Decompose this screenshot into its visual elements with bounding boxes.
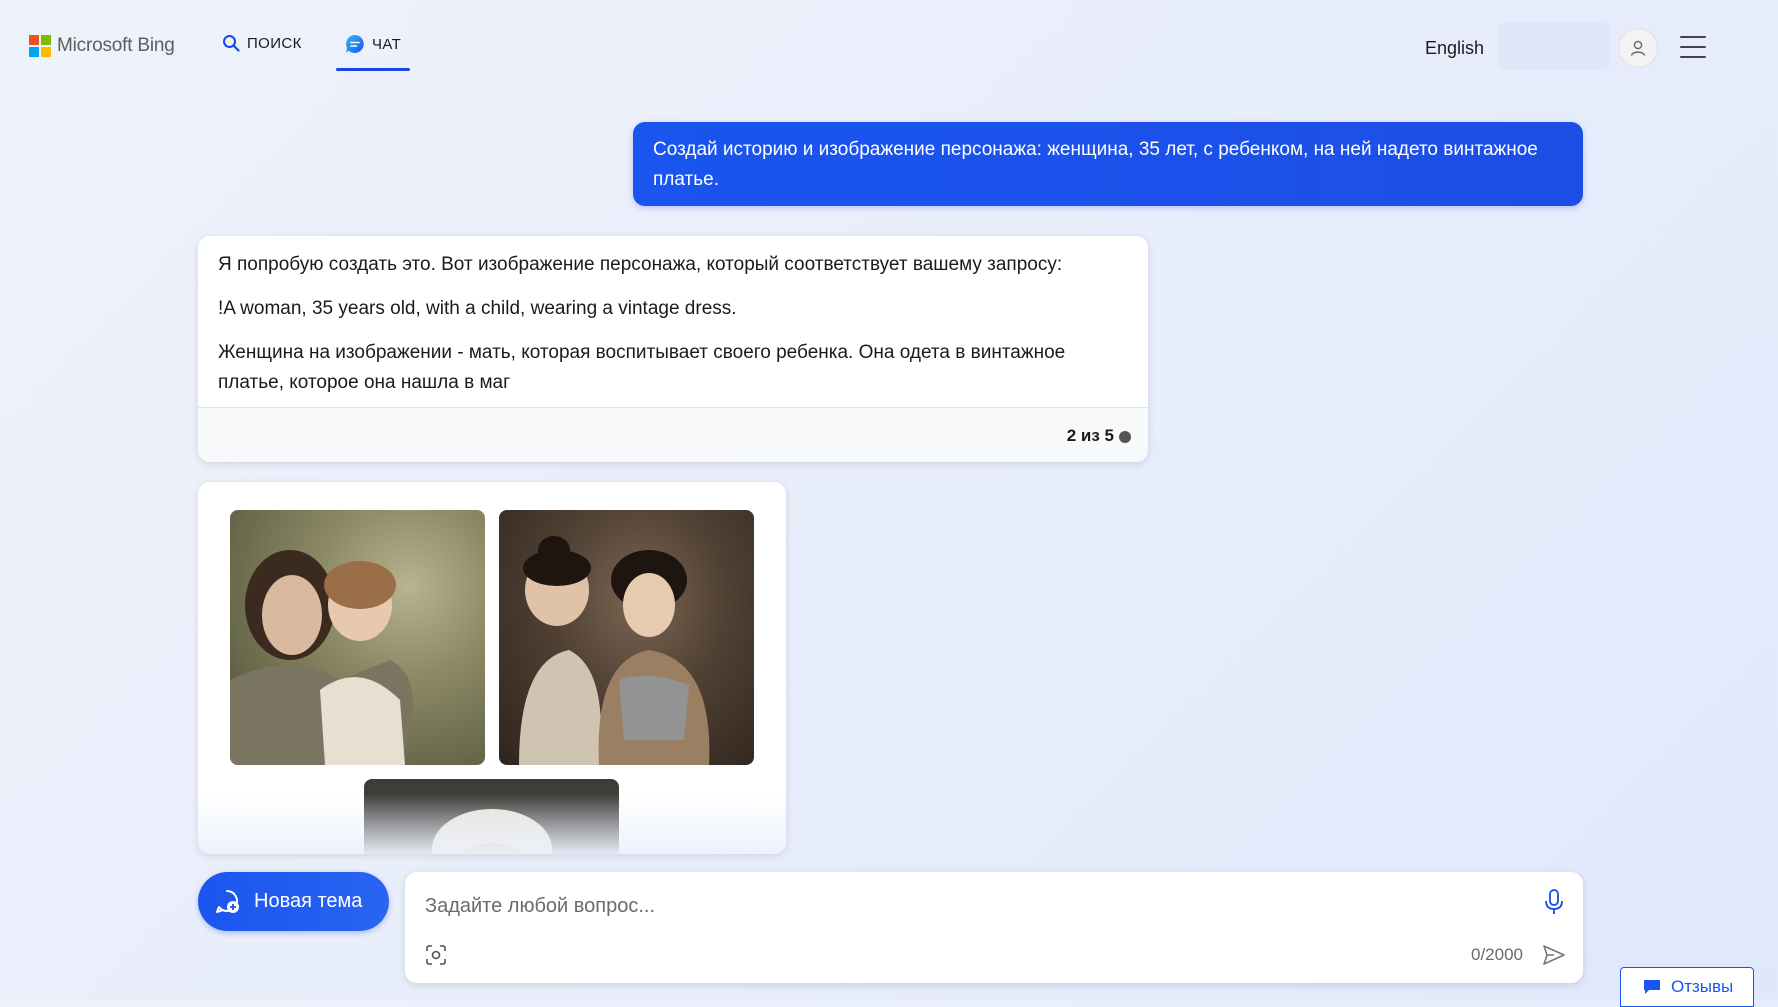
search-icon	[223, 35, 240, 52]
account-button[interactable]	[1618, 28, 1658, 68]
active-tab-indicator	[336, 68, 410, 71]
feedback-label: Отзывы	[1671, 977, 1734, 996]
chat-icon	[346, 35, 364, 53]
hamburger-menu-icon[interactable]	[1680, 36, 1706, 58]
visual-search-icon[interactable]	[425, 944, 447, 966]
image-placeholder-icon	[230, 550, 413, 765]
image-placeholder-icon	[519, 536, 710, 765]
image-placeholder-icon	[432, 809, 552, 854]
response-counter: 2 из 5	[1066, 426, 1114, 445]
generated-image[interactable]	[230, 510, 485, 765]
bot-paragraph: Женщина на изображении - мать, которая в…	[218, 342, 1066, 393]
generated-image[interactable]	[499, 510, 754, 765]
user-icon	[1630, 40, 1646, 56]
user-message-bubble: Создай историю и изображение персонажа: …	[633, 122, 1583, 206]
generated-images-card	[198, 482, 786, 854]
logo-text: Microsoft Bing	[57, 35, 175, 56]
tab-chat[interactable]: ЧАТ	[345, 34, 401, 54]
tab-search[interactable]: ПОИСК	[222, 34, 302, 52]
bot-paragraph: !A woman, 35 years old, with a child, we…	[218, 298, 737, 319]
send-icon[interactable]	[1541, 942, 1567, 968]
tab-chat-label: ЧАТ	[372, 35, 402, 53]
chat-composer: 0/2000	[405, 872, 1583, 983]
bot-message-card: Я попробую создать это. Вот изображение …	[198, 236, 1148, 462]
microsoft-logo-icon	[29, 35, 51, 57]
feedback-button[interactable]: Отзывы	[1620, 967, 1754, 1007]
generated-image[interactable]	[364, 779, 619, 854]
bing-logo[interactable]: Microsoft Bing	[29, 35, 175, 57]
feedback-icon	[1644, 980, 1660, 994]
new-topic-button[interactable]: Новая тема	[198, 872, 389, 931]
tab-search-label: ПОИСК	[247, 34, 302, 52]
chat-input[interactable]	[423, 888, 1507, 924]
new-chat-icon	[216, 889, 239, 913]
bot-message-footer: 2 из 5	[198, 407, 1148, 462]
rewards-placeholder	[1498, 22, 1610, 70]
char-counter: 0/2000	[1471, 945, 1523, 964]
response-limit-dot-icon	[1119, 431, 1131, 443]
microphone-icon[interactable]	[1543, 888, 1565, 916]
bot-paragraph: Я попробую создать это. Вот изображение …	[218, 254, 1063, 275]
language-toggle[interactable]: English	[1425, 38, 1484, 59]
new-topic-label: Новая тема	[254, 890, 363, 912]
bot-message-text: Я попробую создать это. Вот изображение …	[198, 236, 1148, 398]
top-bar: Microsoft Bing ПОИСК ЧАТ English	[0, 0, 1778, 90]
